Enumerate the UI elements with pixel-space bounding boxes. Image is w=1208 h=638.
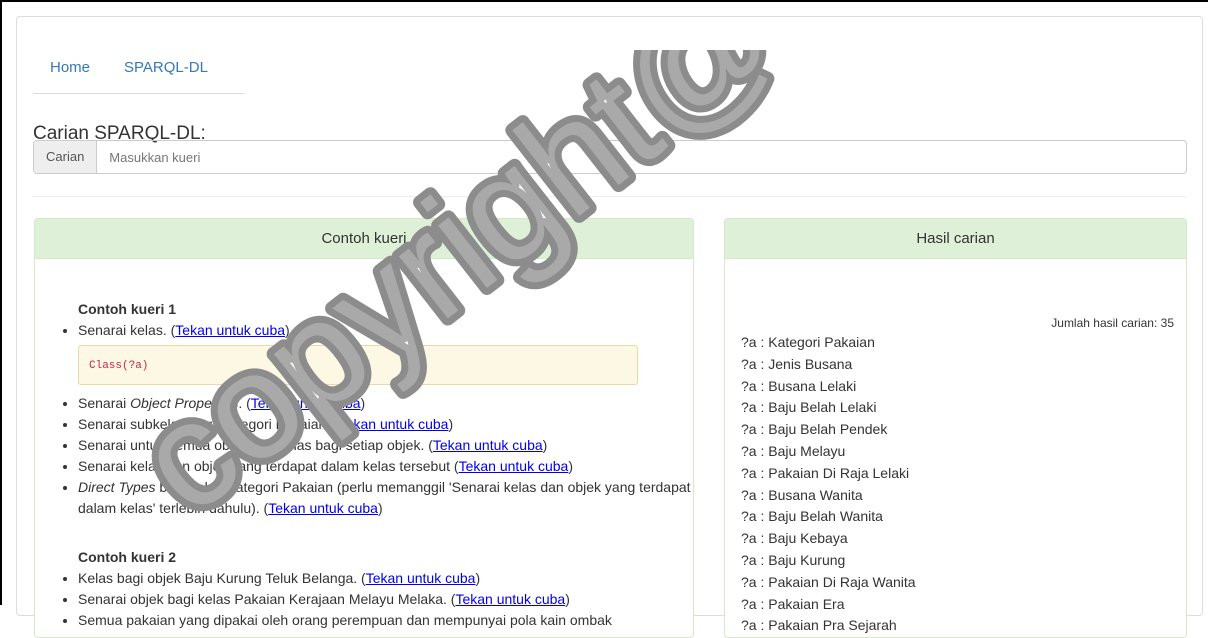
nav-tabs: Home SPARQL-DL (33, 43, 245, 94)
query-code-box: Class(?a) (78, 345, 638, 385)
result-item: ?a : Kategori Pakaian (741, 334, 875, 350)
examples-panel-heading: Contoh kueri (35, 219, 693, 259)
try-link[interactable]: Tekan untuk cuba (339, 416, 449, 432)
try-link[interactable]: Tekan untuk cuba (268, 500, 378, 516)
examples-panel: Contoh kueri Contoh kueri 1 Senarai kela… (34, 218, 694, 638)
example-text: ) (542, 437, 548, 453)
result-item: ?a : Busana Lelaki (741, 377, 857, 394)
nav-home-link[interactable]: Home (33, 43, 107, 93)
result-item: ?a : Pakaian Di Raja Lelaki (741, 464, 910, 481)
example-text: ) (448, 416, 454, 432)
try-link[interactable]: Tekan untuk cuba (433, 437, 543, 453)
result-item: ?a : Baju Belah Pendek (741, 421, 888, 438)
example-text: ) (377, 500, 383, 516)
example-text: Senarai subkelas bagi Kategori Pakaian. … (78, 416, 339, 432)
list-item: Kelas bagi objek Baju Kurung Teluk Belan… (78, 568, 693, 589)
example-text: bagi kelas Kategori Pakaian (perlu meman… (78, 479, 691, 516)
try-link[interactable]: Tekan untuk cuba (459, 458, 569, 474)
result-item: ?a : Busana Wanita (741, 486, 863, 503)
result-item: ?a : Baju Melayu (741, 442, 846, 459)
results-panel-heading: Hasil carian (725, 219, 1186, 259)
example-text: Kelas bagi objek Baju Kurung Teluk Belan… (78, 570, 366, 586)
result-item: ?a : Baju Kebaya (741, 530, 848, 547)
result-item: ?a : Baju Belah Wanita (741, 508, 883, 525)
example-text: Semua pakaian yang dipakai oleh orang pe… (78, 612, 612, 628)
search-input-group: Carian (33, 140, 1187, 174)
example-group-1-list: Senarai kelas. (Tekan untuk cuba) Class(… (59, 320, 693, 519)
example-text: Senarai kelas. ( (78, 322, 176, 338)
list-item: Direct Types bagi kelas Kategori Pakaian… (78, 477, 693, 519)
try-link[interactable]: Tekan untuk cuba (366, 570, 476, 586)
search-addon-label: Carian (34, 141, 98, 173)
example-text: ) (475, 570, 481, 586)
query-input[interactable] (97, 141, 1186, 173)
example-text: ) (568, 458, 573, 474)
example-text: . ( (238, 395, 251, 411)
result-item: ?a : Pakaian Di Raja Wanita (741, 573, 916, 590)
example-text: ) (360, 395, 366, 411)
list-item: Senarai kelas. (Tekan untuk cuba) Class(… (78, 320, 693, 385)
example-group-2-list: Kelas bagi objek Baju Kurung Teluk Belan… (59, 568, 693, 631)
result-item: ?a : Pakaian Pra Sejarah (741, 617, 897, 634)
list-item: Senarai objek bagi kelas Pakaian Kerajaa… (78, 589, 693, 610)
results-list: ?a : Kategori Pakaian ?a : Jenis Busana ?a… (741, 332, 916, 637)
list-item: Senarai Object Properties. (Tekan untuk … (78, 393, 693, 414)
list-item: Senarai subkelas bagi Kategori Pakaian. … (78, 414, 693, 435)
example-emphasis: Object Properties (130, 395, 239, 411)
example-text: Senarai untuk semua objek dan kelas bagi… (78, 437, 433, 453)
example-text: Senarai (78, 395, 131, 411)
list-item: Senarai kelas dan objek yang terdapat da… (78, 456, 693, 477)
result-item: ?a : Pakaian Era (741, 595, 845, 612)
page-container: Home SPARQL-DL Carian SPARQL-DL: Carian … (16, 16, 1203, 638)
list-item: Senarai untuk semua objek dan kelas bagi… (78, 435, 693, 456)
result-item: ?a : Jenis Busana (741, 355, 853, 372)
example-text: Senarai kelas dan objek yang terdapat da… (78, 458, 459, 474)
example-group-2-title: Contoh kueri 2 (78, 549, 177, 565)
nav-sparql-dl-link[interactable]: SPARQL-DL (107, 43, 225, 93)
example-group-1-title: Contoh kueri 1 (78, 301, 177, 317)
divider (33, 196, 1187, 197)
result-item: ?a : Baju Kurung (741, 551, 846, 568)
example-emphasis: Direct Types (78, 479, 156, 495)
result-count: Jumlah hasil carian: 35 (1051, 316, 1174, 330)
list-item: Semua pakaian yang dipakai oleh orang pe… (78, 610, 693, 631)
results-panel: Hasil carian Jumlah hasil carian: 35 ?a … (724, 218, 1187, 638)
try-link[interactable]: Tekan untuk cuba (175, 322, 285, 338)
try-link[interactable]: Tekan untuk cuba (251, 395, 361, 411)
result-item: ?a : Baju Belah Lelaki (741, 399, 877, 416)
